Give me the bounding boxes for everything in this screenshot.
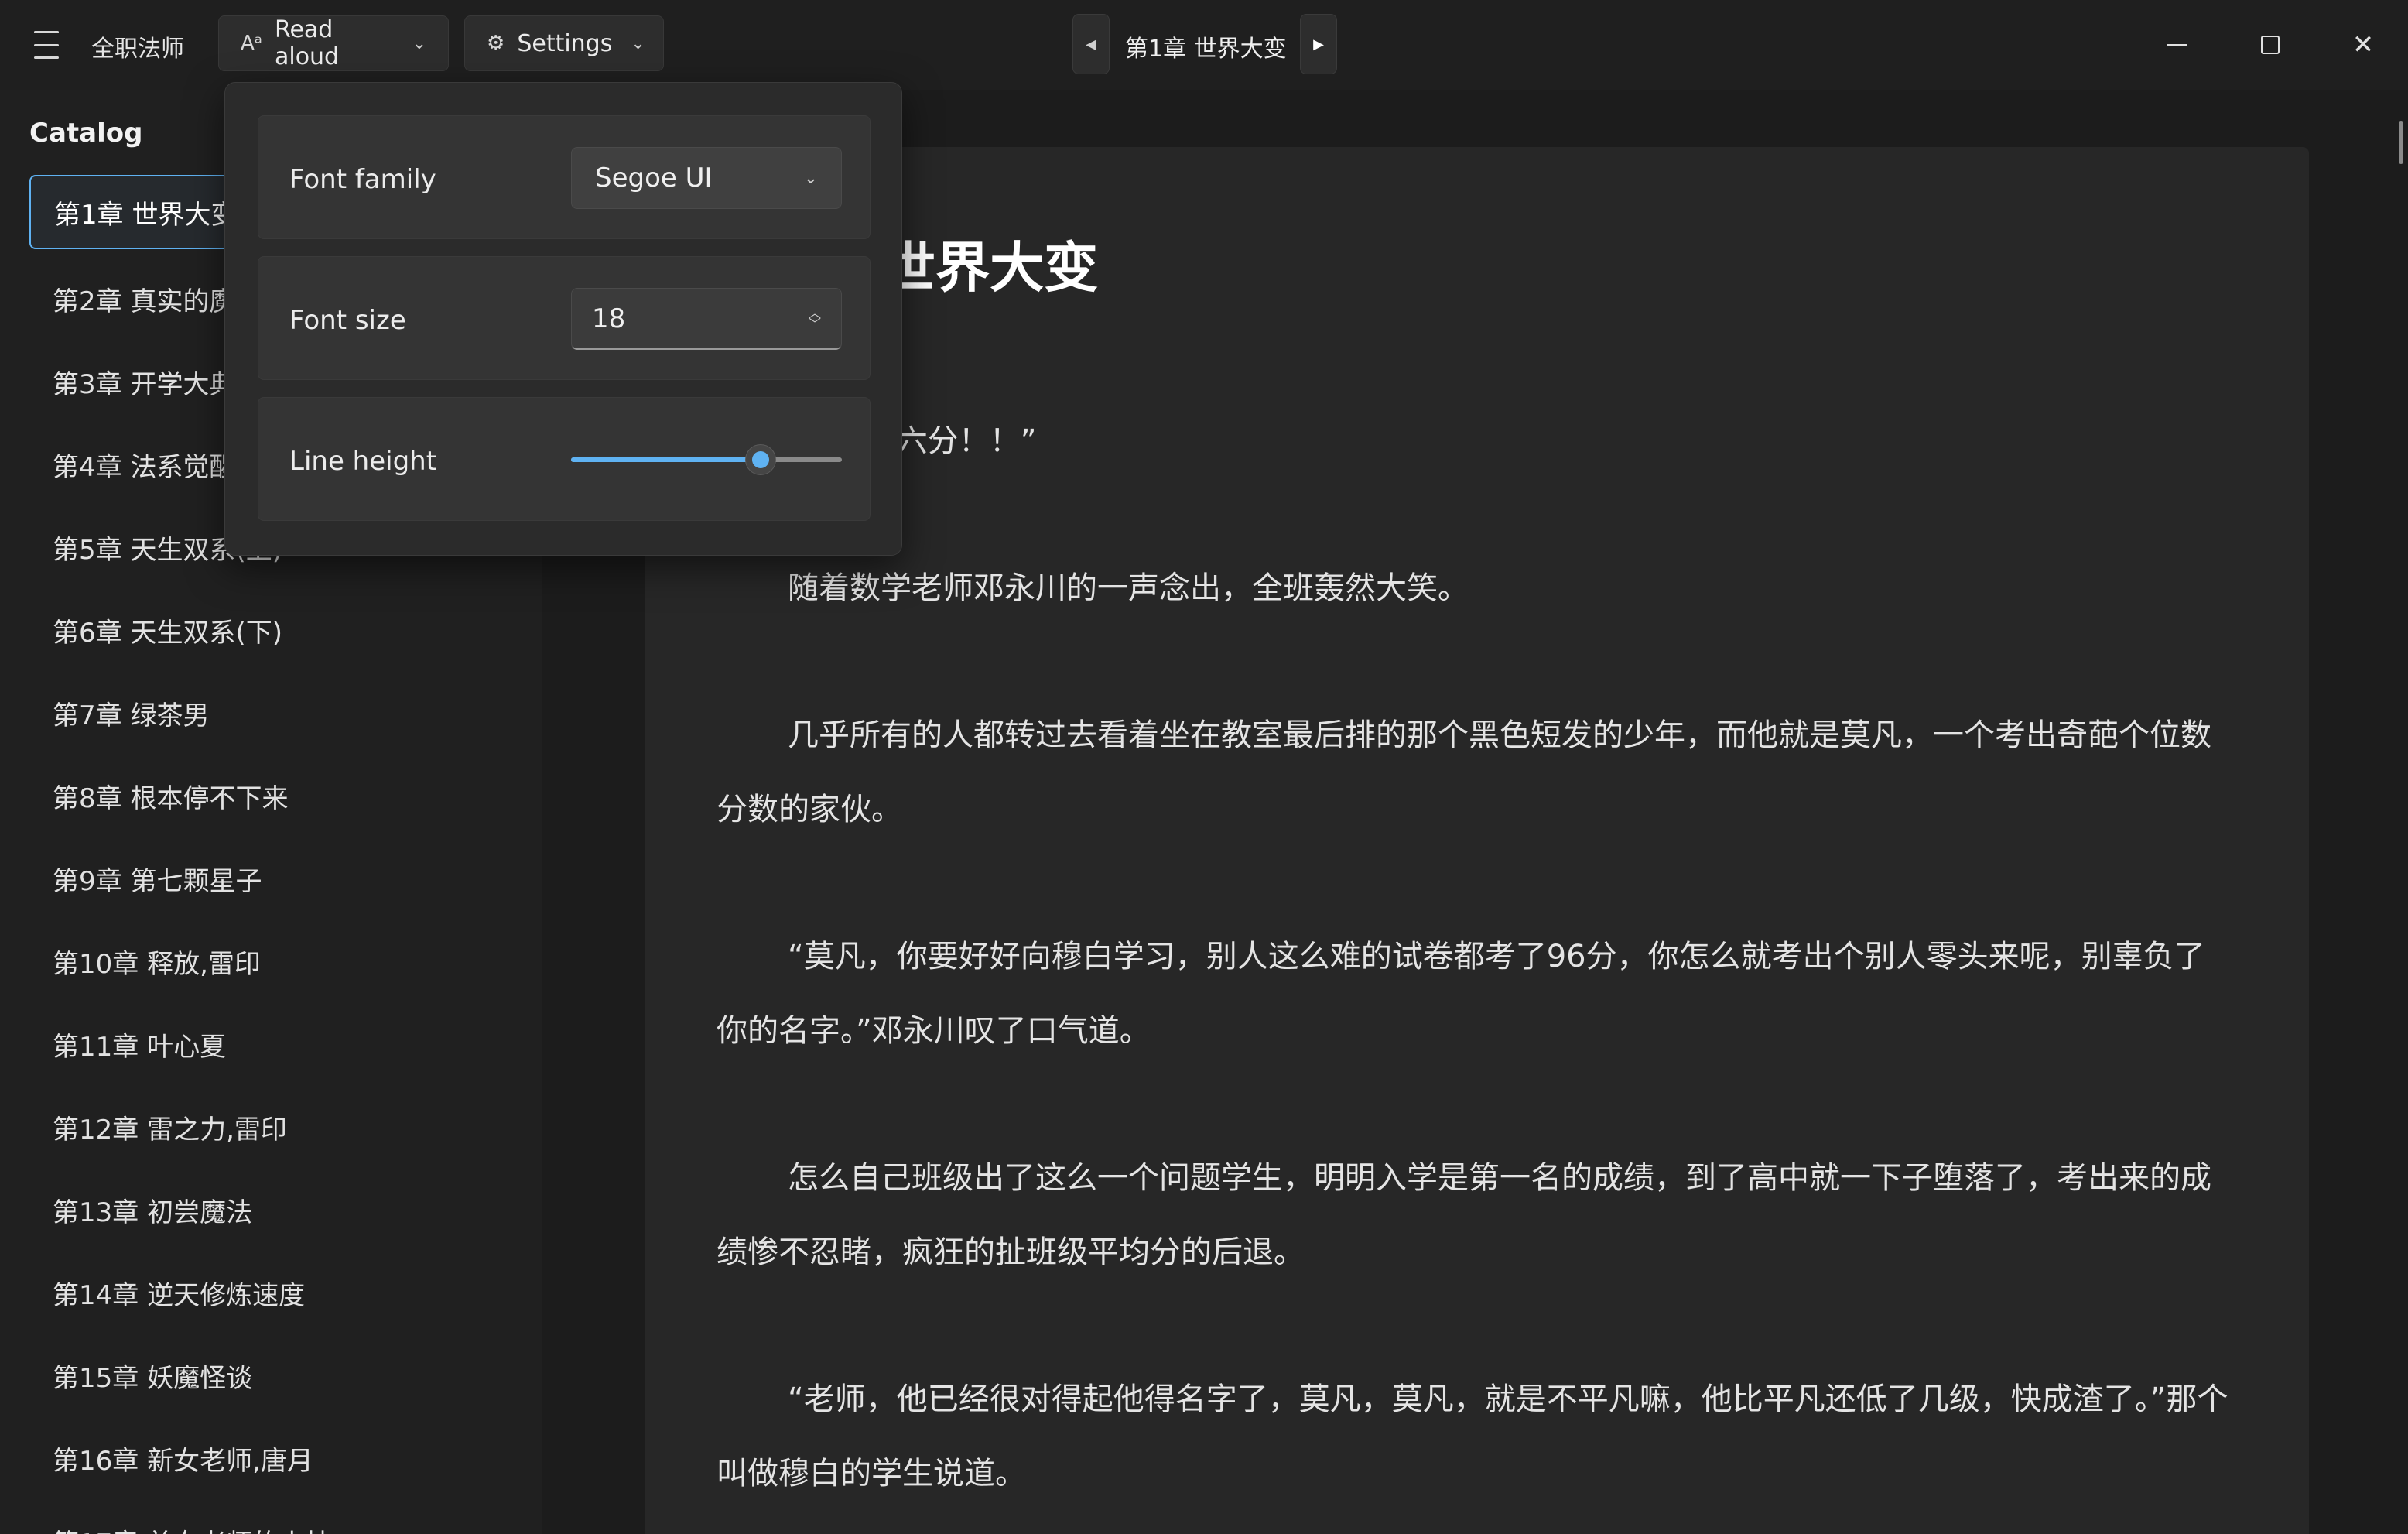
caret-right-icon: ▶ (1313, 36, 1324, 53)
settings-flyout: Font family Segoe UI ⌄ Font size 18 ︿ ﹀ L… (224, 82, 902, 556)
sidebar-chapter-item[interactable]: 第17章 美女老师的小灶 (29, 1500, 525, 1534)
previous-chapter-button[interactable]: ◀ (1072, 14, 1110, 74)
sidebar-chapter-item[interactable]: 第13章 初尝魔法 (29, 1169, 525, 1252)
line-height-setting: Line height (258, 397, 871, 521)
close-icon: ✕ (2352, 29, 2375, 60)
chapter-paragraph: 几乎所有的人都转过去看着坐在教室最后排的那个黑色短发的少年，而他就是莫凡，一个考… (717, 717, 2211, 827)
chevron-down-icon: ⌄ (412, 33, 426, 53)
spin-arrows-icon[interactable]: ︿ ﹀ (809, 306, 821, 330)
gear-icon: ⚙ (487, 32, 505, 55)
font-size-input[interactable]: 18 ︿ ﹀ (571, 288, 842, 350)
next-chapter-button[interactable]: ▶ (1300, 14, 1337, 74)
chevron-down-icon: ⌄ (803, 168, 818, 188)
sidebar-chapter-item[interactable]: 第12章 雷之力,雷印 (29, 1086, 525, 1169)
scrollbar-thumb[interactable] (2399, 121, 2403, 164)
chapter-paragraph: “老师，他已经很对得起他得名字了，莫凡，莫凡，就是不平凡嘛，他比平凡还低了几级，… (717, 1382, 2228, 1491)
line-height-label: Line height (289, 446, 437, 477)
title-bar: 全职法师 A͏ᵃ Read aloud ⌄ ⚙ Settings ⌄ ◀ 第1章… (0, 0, 2408, 90)
sidebar-chapter-item[interactable]: 第15章 妖魔怪谈 (29, 1334, 525, 1417)
maximize-button[interactable] (2233, 15, 2307, 74)
font-size-label: Font size (289, 305, 406, 336)
sidebar-chapter-item[interactable]: 第8章 根本停不下来 (29, 755, 525, 837)
catalog-heading: Catalog (29, 118, 143, 149)
chevron-down-icon: ⌄ (631, 33, 645, 53)
chapter-content: “莫凡，六分！！” 随着数学老师邓永川的一声念出，全班轰然大笑。几乎所有的人都转过… (717, 404, 2233, 1534)
minimize-icon (2167, 44, 2187, 46)
sidebar-chapter-item[interactable]: 第10章 释放,雷印 (29, 920, 525, 1003)
sidebar-chapter-item[interactable]: 第14章 逆天修炼速度 (29, 1252, 525, 1334)
read-aloud-button[interactable]: A͏ᵃ Read aloud ⌄ (218, 15, 449, 71)
sidebar-chapter-item[interactable]: 第11章 叶心夏 (29, 1003, 525, 1086)
sidebar-chapter-item[interactable]: 第9章 第七颗星子 (29, 837, 525, 920)
settings-label: Settings (517, 29, 613, 57)
current-chapter-title: 第1章 世界大变 (1125, 36, 1287, 63)
minimize-button[interactable] (2140, 15, 2215, 74)
menu-icon[interactable] (28, 28, 65, 62)
font-family-dropdown[interactable]: Segoe UI ⌄ (571, 147, 842, 209)
chapter-paragraph: 随着数学老师邓永川的一声念出，全班轰然大笑。 (788, 570, 1469, 606)
read-aloud-icon: A͏ᵃ (241, 32, 262, 55)
chapter-paragraph: “莫凡，六分！！” (788, 423, 1037, 459)
settings-button[interactable]: ⚙ Settings ⌄ (464, 15, 664, 71)
font-family-value: Segoe UI (595, 163, 713, 193)
app-title: 全职法师 (91, 36, 184, 63)
sidebar-chapter-item[interactable]: 第6章 天生双系(下) (29, 589, 525, 672)
chapter-paragraph: 怎么自己班级出了这么一个问题学生，明明入学是第一名的成绩，到了高中就一下子堕落了… (717, 1160, 2211, 1270)
sidebar-chapter-item[interactable]: 第16章 新女老师,唐月 (29, 1417, 525, 1500)
close-button[interactable]: ✕ (2326, 15, 2400, 74)
slider-thumb[interactable] (745, 444, 776, 475)
sidebar-chapter-item[interactable]: 第7章 绿茶男 (29, 672, 525, 755)
read-aloud-label: Read aloud (274, 16, 340, 70)
chapter-paragraph: “莫凡，你要好好向穆白学习，别人这么难的试卷都考了96分，你怎么就考出个别人零头… (717, 939, 2205, 1049)
slider-fill (571, 457, 761, 462)
font-size-setting: Font size 18 ︿ ﹀ (258, 256, 871, 380)
line-height-slider[interactable] (571, 441, 842, 478)
font-family-setting: Font family Segoe UI ⌄ (258, 115, 871, 239)
caret-left-icon: ◀ (1086, 36, 1096, 53)
font-size-value: 18 (592, 303, 626, 334)
font-family-label: Font family (289, 164, 436, 195)
maximize-icon (2261, 36, 2280, 54)
